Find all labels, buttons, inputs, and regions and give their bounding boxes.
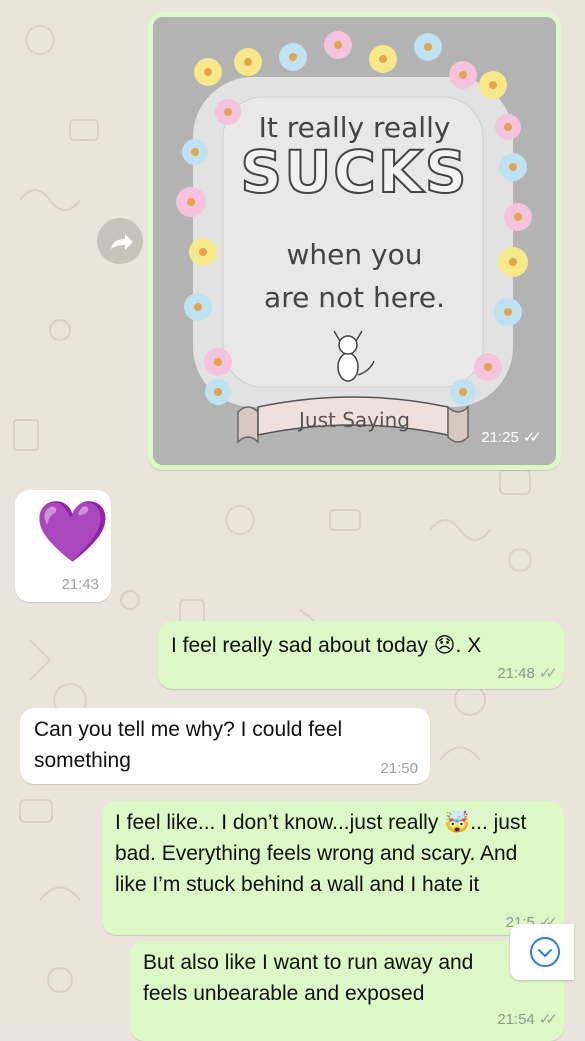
image-message-bubble[interactable]: It really really SUCKS when you are not … <box>148 12 561 470</box>
card-line-4: are not here. <box>264 281 445 314</box>
card-line-3: when you <box>286 238 423 271</box>
message-time: 21:50 <box>380 760 418 777</box>
message-time: 21:54 ✓✓ <box>497 1011 558 1028</box>
forward-button[interactable] <box>97 218 143 264</box>
message-text: But also like I want to run away and fee… <box>143 951 474 1005</box>
incoming-message-bubble[interactable]: Can you tell me why? I could feel someth… <box>20 708 430 784</box>
message-time: 21:48 ✓✓ <box>497 665 558 682</box>
double-check-icon: ✓✓ <box>522 429 542 446</box>
card-line-2: SUCKS <box>239 138 469 206</box>
scroll-to-bottom-button[interactable] <box>510 924 574 980</box>
message-text: I feel really sad about today 😞. X <box>171 634 482 657</box>
outgoing-message-bubble[interactable]: But also like I want to run away and fee… <box>130 941 564 1041</box>
message-text: I feel like... I don’t know...just reall… <box>115 811 527 896</box>
message-text: Can you tell me why? I could feel someth… <box>34 718 343 772</box>
double-check-icon: ✓✓ <box>538 1011 558 1028</box>
message-time: 21:43 <box>61 576 99 593</box>
outgoing-message-bubble[interactable]: I feel like... I don’t know...just reall… <box>102 801 564 935</box>
forward-arrow-icon <box>111 234 133 250</box>
message-time: 21:25 ✓✓ <box>481 429 542 446</box>
purple-heart-emoji: 💜 <box>35 498 110 565</box>
incoming-message-bubble[interactable]: 💜 21:43 <box>15 490 111 602</box>
outgoing-message-bubble[interactable]: I feel really sad about today 😞. X 21:48… <box>158 621 564 689</box>
greeting-card-image[interactable]: It really really SUCKS when you are not … <box>153 17 556 465</box>
double-check-icon: ✓✓ <box>538 665 558 682</box>
chevron-down-icon <box>530 937 560 967</box>
